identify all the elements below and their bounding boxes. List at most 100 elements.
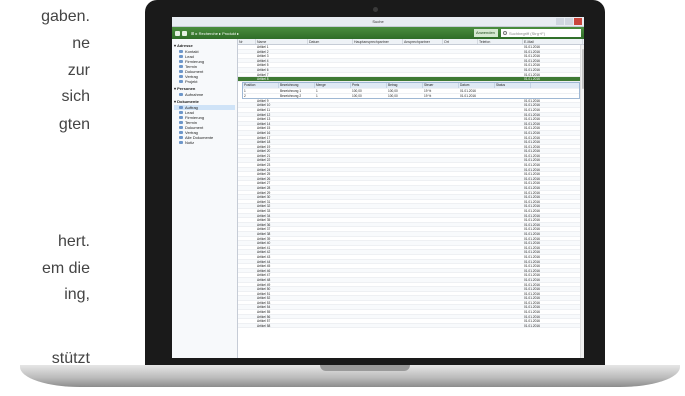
table-cell [238,177,256,181]
table-cell [478,301,523,305]
table-cell: Artikel 23 [257,163,271,167]
subtable-column-header[interactable]: Menge [315,82,351,88]
table-cell: 01.01.2016 [524,268,540,273]
table-cell: 01.01.2016 [524,167,540,172]
sidebar-item-label: Aufnahme [185,92,204,97]
table-cell [443,181,478,185]
table-cell [478,73,523,77]
column-header[interactable]: Telefon [478,39,523,44]
table-cell [478,63,523,67]
table-cell [353,287,403,291]
table-cell [353,122,403,126]
table-row[interactable]: Artikel 58 01.01.2016 [238,323,584,329]
table-cell [238,122,256,126]
table-cell: 01.01.2016 [524,158,540,163]
search-icon [503,31,507,35]
column-header[interactable]: Ort [443,39,478,44]
subtable-column-header[interactable]: Bezeichnung [279,82,315,88]
app-body: ▾ Adresse Kontakt Lead Firmierung Termin Doku… [172,39,584,358]
forward-icon[interactable] [182,30,187,36]
table-cell [238,227,256,231]
table-cell: 01.01.2016 [524,49,540,54]
table-cell [443,200,478,204]
table-cell [353,200,403,204]
sidebar-group-header[interactable]: ▾ Personen [174,86,235,91]
column-header[interactable]: Name [256,39,308,44]
table-cell [308,73,353,77]
table-cell [478,232,523,236]
table-cell [308,319,353,323]
table-cell [478,283,523,287]
table-cell [478,140,523,144]
table-cell [403,315,443,319]
table-cell: 01.01.2016 [524,126,540,130]
subtable-row[interactable]: 1 Bezeichnung 1 1 100,00 100,00 19 % 01.01.201… [243,87,579,93]
sidebar-item[interactable]: Aufnahme [174,92,235,97]
apply-button[interactable]: Anwenden [474,29,498,37]
subtable-header: Position Bezeichnung Menge Preis Betrag Steue… [243,82,579,88]
table-cell [443,246,478,250]
subtable-column-header[interactable]: Datum [459,82,495,88]
table-cell [478,246,523,250]
table-cell: 01.01.2016 [524,77,540,81]
table-cell [353,186,403,190]
table-cell [308,59,353,63]
table-cell [353,237,403,241]
vertical-scrollbar[interactable] [580,45,584,358]
table-cell [238,63,256,67]
subtable-column-header[interactable]: Status [495,82,531,88]
table-cell [238,154,256,158]
table-cell: Artikel 44 [257,259,271,264]
column-header[interactable]: Nr [238,39,256,44]
table-cell: 01.01.2016 [524,172,540,176]
table-cell [478,172,523,176]
column-header[interactable]: E-Mail [523,39,583,44]
background-text-line: ne [72,35,90,52]
table-cell [308,273,353,277]
laptop-notch [320,365,410,371]
sidebar-group-header[interactable]: ▾ Dokumente [174,99,235,104]
table-cell [353,117,403,121]
background-text-line: gten [58,116,90,133]
subtable-column-header[interactable]: Preis [351,82,387,88]
scrollbar-thumb[interactable] [581,49,584,89]
table-cell: 01.01.2016 [524,67,540,72]
sidebar-item[interactable]: Notiz [174,140,235,145]
table-cell [308,113,353,117]
sidebar-group-header[interactable]: ▾ Adresse [174,43,235,48]
subtable-column-header[interactable]: Betrag [387,82,423,88]
table-cell [443,172,478,176]
table-cell [353,209,403,213]
table-cell [443,103,478,107]
back-icon[interactable] [175,30,180,36]
maximize-button[interactable] [565,18,573,25]
table-cell [478,113,523,117]
sidebar-item[interactable]: Projekt [174,79,235,84]
table-cell: Artikel 29 [257,190,271,195]
close-button[interactable] [574,18,582,25]
table-cell [238,292,256,296]
minimize-button[interactable] [556,18,564,25]
column-header[interactable]: Hauptansprechpartner [353,39,403,44]
table-cell [478,45,523,49]
table-cell: Artikel 31 [257,199,271,204]
table-cell [238,214,256,218]
ribbon-bar: ⊞ ▸ Recherche ▸ Produkt ▸ Anwenden Suchb… [172,27,584,39]
search-input[interactable]: Suchbegriff (Strg+F) [501,29,581,37]
subtable-cell [495,89,531,93]
table-cell [478,126,523,130]
subtable-row[interactable]: 2 Bezeichnung 2 1 100,00 100,00 19 % 01.01.201… [243,92,579,98]
table-cell: Artikel 43 [257,254,271,259]
table-cell [238,310,256,314]
column-header[interactable]: Ansprechpartner [403,39,443,44]
table-cell: 01.01.2016 [524,45,540,49]
table-cell [353,218,403,222]
table-cell: Artikel 14 [257,121,271,126]
table-cell: Artikel 13 [257,117,271,121]
table-cell [308,283,353,287]
column-header[interactable]: Datum [308,39,353,44]
subtable-column-header[interactable]: Steuer [423,82,459,88]
folder-icon [179,141,183,144]
table-cell [353,99,403,103]
subtable-column-header[interactable]: Position [243,82,279,88]
